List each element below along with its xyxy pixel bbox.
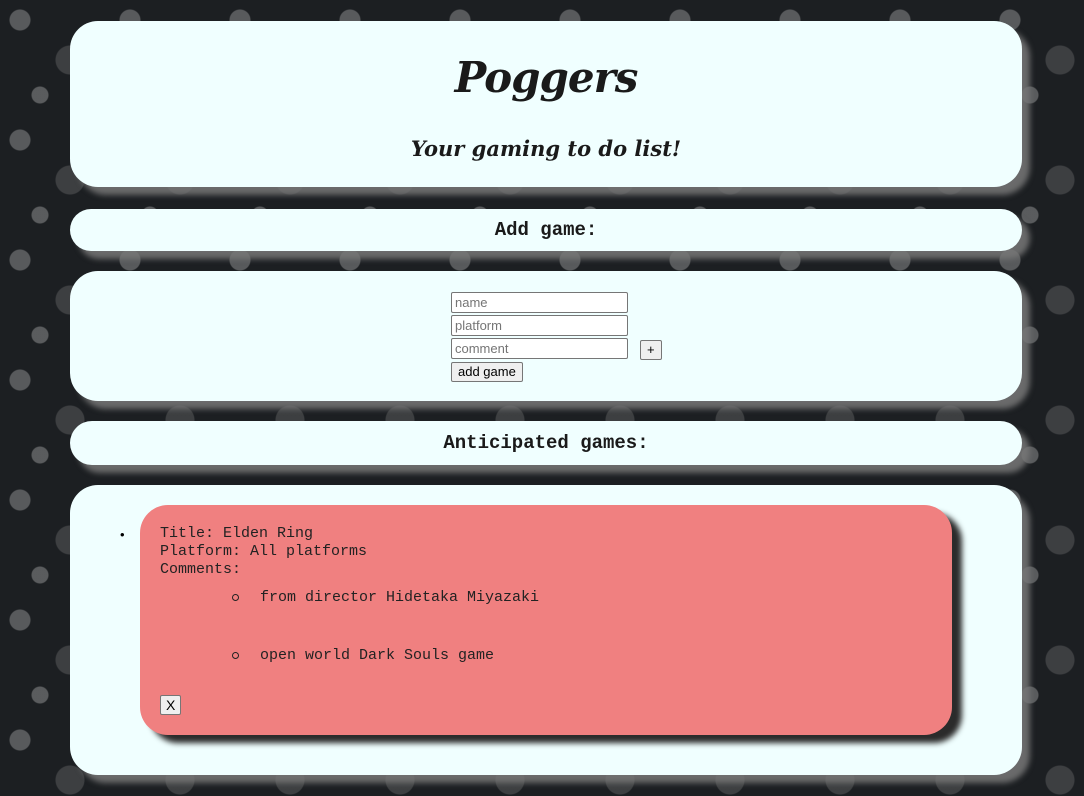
add-game-form: + add game	[451, 292, 662, 382]
list-bullet: •	[120, 527, 125, 542]
comment-item: from director Hidetaka Miyazaki	[160, 589, 932, 607]
game-comments-label: Comments:	[160, 561, 242, 578]
comment-item: open world Dark Souls game	[160, 647, 932, 665]
page-subtitle: Your gaming to do list!	[410, 136, 682, 161]
comment-text: from director Hidetaka Miyazaki	[260, 589, 540, 606]
add-game-form-panel: + add game	[70, 271, 1022, 401]
comments-list: from director Hidetaka Miyazaki open wor…	[160, 589, 932, 665]
anticipated-games-heading: Anticipated games:	[443, 432, 649, 454]
platform-input[interactable]	[451, 315, 628, 336]
game-card: Title: Elden Ring Platform: All platform…	[140, 505, 952, 735]
page-title: Poggers	[454, 53, 639, 102]
game-title: Title: Elden Ring	[160, 525, 314, 542]
comment-row: +	[451, 338, 662, 361]
name-input[interactable]	[451, 292, 628, 313]
delete-game-button[interactable]: X	[160, 695, 182, 715]
anticipated-games-heading-panel: Anticipated games:	[70, 421, 1022, 465]
header-panel: Poggers Your gaming to do list!	[70, 21, 1022, 187]
circle-bullet-icon	[232, 652, 239, 659]
add-comment-button[interactable]: +	[640, 339, 662, 360]
add-game-heading: Add game:	[494, 219, 598, 241]
comment-text: open world Dark Souls game	[260, 647, 495, 664]
game-platform: Platform: All platforms	[160, 543, 368, 560]
circle-bullet-icon	[232, 594, 239, 601]
add-game-heading-panel: Add game:	[70, 209, 1022, 251]
comment-input[interactable]	[451, 338, 628, 359]
add-game-button[interactable]: add game	[451, 362, 523, 382]
games-list-panel: • Title: Elden Ring Platform: All platfo…	[70, 485, 1022, 775]
